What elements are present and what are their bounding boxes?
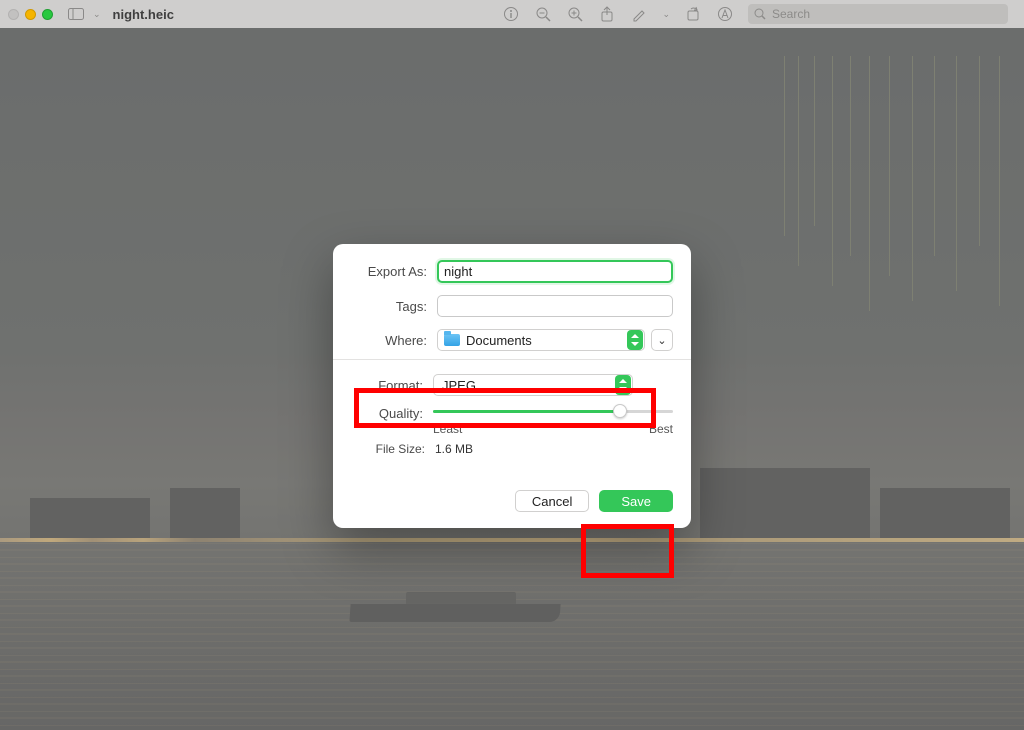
quality-label: Quality: — [347, 404, 433, 421]
format-label: Format: — [347, 378, 433, 393]
expand-location-button[interactable]: ⌄ — [651, 329, 673, 351]
zoom-in-icon[interactable] — [566, 5, 584, 23]
tags-label: Tags: — [351, 299, 437, 314]
export-as-row: Export As: — [351, 260, 673, 283]
save-button[interactable]: Save — [599, 490, 673, 512]
window-controls — [8, 9, 53, 20]
sidebar-toggle-icon[interactable] — [67, 5, 85, 23]
markup-icon[interactable] — [630, 5, 648, 23]
chevron-down-icon: ⌄ — [657, 334, 666, 347]
tags-field[interactable] — [437, 295, 673, 317]
format-row: Format: JPEG — [347, 374, 673, 396]
fullscreen-window-button[interactable] — [42, 9, 53, 20]
stepper-icon — [627, 330, 643, 350]
search-placeholder: Search — [772, 7, 810, 21]
minimize-window-button[interactable] — [25, 9, 36, 20]
share-icon[interactable] — [598, 5, 616, 23]
export-as-label: Export As: — [351, 264, 437, 279]
text-recognition-icon[interactable] — [716, 5, 734, 23]
format-select[interactable]: JPEG — [433, 374, 633, 396]
quality-max-label: Best — [649, 422, 673, 436]
filesize-value: 1.6 MB — [435, 442, 673, 456]
filesize-row: File Size: 1.6 MB — [363, 442, 673, 456]
stepper-icon — [615, 375, 631, 395]
quality-min-label: Least — [433, 422, 462, 436]
info-icon[interactable] — [502, 5, 520, 23]
where-label: Where: — [351, 333, 437, 348]
filesize-label: File Size: — [363, 442, 435, 456]
zoom-out-icon[interactable] — [534, 5, 552, 23]
quality-slider[interactable] — [433, 404, 673, 418]
search-icon — [754, 8, 766, 20]
rotate-icon[interactable] — [684, 5, 702, 23]
format-value: JPEG — [442, 378, 476, 393]
app-toolbar: ⌄ night.heic ⌄ Search — [0, 0, 1024, 28]
search-field[interactable]: Search — [748, 4, 1008, 24]
where-select[interactable]: Documents — [437, 329, 645, 351]
markup-chevron-icon[interactable]: ⌄ — [662, 9, 670, 20]
cancel-button[interactable]: Cancel — [515, 490, 589, 512]
export-as-field[interactable] — [437, 260, 673, 283]
sheet-divider — [333, 359, 691, 360]
sidebar-chevron-icon[interactable]: ⌄ — [93, 9, 101, 20]
folder-icon — [444, 334, 460, 346]
export-sheet: Export As: Tags: Where: Documents ⌄ — [333, 244, 691, 528]
quality-row: Quality: Least Best — [347, 404, 673, 436]
where-row: Where: Documents ⌄ — [351, 329, 673, 351]
close-window-button[interactable] — [8, 9, 19, 20]
document-title: night.heic — [113, 7, 174, 22]
where-value: Documents — [466, 333, 532, 348]
tags-row: Tags: — [351, 295, 673, 317]
